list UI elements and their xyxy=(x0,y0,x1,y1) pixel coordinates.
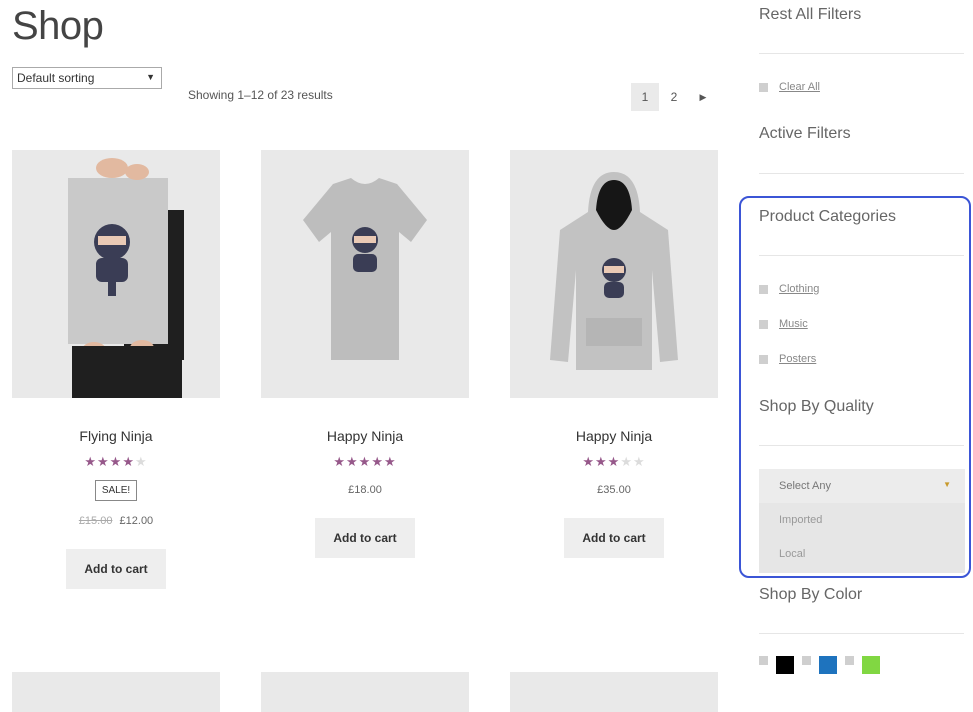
tshirt-icon xyxy=(303,178,427,360)
next-page-button[interactable]: ▶ xyxy=(689,83,717,111)
color-swatch-blue[interactable] xyxy=(819,656,837,674)
divider xyxy=(759,173,964,174)
color-swatch-black[interactable] xyxy=(776,656,794,674)
active-filters-heading: Active Filters xyxy=(759,125,851,142)
product-image[interactable] xyxy=(12,672,220,712)
page-2-button[interactable]: 2 xyxy=(660,83,688,111)
product-image[interactable] xyxy=(12,150,220,398)
product-card: Happy Ninja ★★★★★ £18.00 Add to cart xyxy=(261,150,469,558)
sale-badge: SALE! xyxy=(94,480,138,501)
checkbox[interactable] xyxy=(759,656,768,665)
page-title: Shop xyxy=(12,4,104,48)
product-image[interactable] xyxy=(261,672,469,712)
poster-icon xyxy=(68,158,184,398)
chevron-right-icon: ▶ xyxy=(699,91,707,102)
page-1-button[interactable]: 1 xyxy=(631,83,659,111)
color-swatches xyxy=(759,656,888,674)
sale-price: £12.00 xyxy=(119,515,154,527)
clear-all-link[interactable]: Clear All xyxy=(779,81,820,93)
product-image[interactable] xyxy=(261,150,469,398)
product-card: Happy Ninja ★★★★★ £35.00 Add to cart xyxy=(510,150,718,558)
product-image[interactable] xyxy=(510,672,718,712)
add-to-cart-button[interactable]: Add to cart xyxy=(315,518,415,558)
hoodie-icon xyxy=(550,172,678,370)
product-price: £35.00 xyxy=(510,484,718,496)
add-to-cart-button[interactable]: Add to cart xyxy=(66,549,166,589)
divider xyxy=(759,53,964,54)
old-price: £15.00 xyxy=(78,515,113,527)
color-swatch-green[interactable] xyxy=(862,656,880,674)
sorting-select[interactable]: Default sorting ▼ xyxy=(12,67,162,89)
sorting-value: Default sorting xyxy=(17,71,95,85)
reset-filters-heading: Rest All Filters xyxy=(759,6,862,23)
product-name[interactable]: Happy Ninja xyxy=(261,428,469,444)
color-heading: Shop By Color xyxy=(759,586,863,603)
pagination: 1 2 ▶ xyxy=(631,83,718,111)
add-to-cart-button[interactable]: Add to cart xyxy=(564,518,664,558)
rating-stars: ★★★★★ xyxy=(84,454,148,469)
product-price-value: £18.00 xyxy=(348,484,382,496)
product-card: Flying Ninja ★★★★★ SALE! £15.00 £12.00 A… xyxy=(12,150,220,589)
clear-all-filter[interactable]: Clear All xyxy=(759,81,820,93)
rating-stars: ★★★★★ xyxy=(582,454,646,469)
checkbox[interactable] xyxy=(759,82,768,92)
product-image[interactable] xyxy=(510,150,718,398)
checkbox[interactable] xyxy=(845,656,854,665)
product-price: £15.00 £12.00 xyxy=(12,515,220,527)
divider xyxy=(759,633,964,634)
product-name[interactable]: Flying Ninja xyxy=(12,428,220,444)
highlight-frame xyxy=(739,196,971,578)
product-price: £18.00 xyxy=(261,484,469,496)
results-count: Showing 1–12 of 23 results xyxy=(188,88,333,102)
product-price-value: £35.00 xyxy=(597,484,631,496)
caret-down-icon: ▼ xyxy=(146,72,155,82)
checkbox[interactable] xyxy=(802,656,811,665)
rating-stars: ★★★★★ xyxy=(333,454,397,469)
product-name[interactable]: Happy Ninja xyxy=(510,428,718,444)
